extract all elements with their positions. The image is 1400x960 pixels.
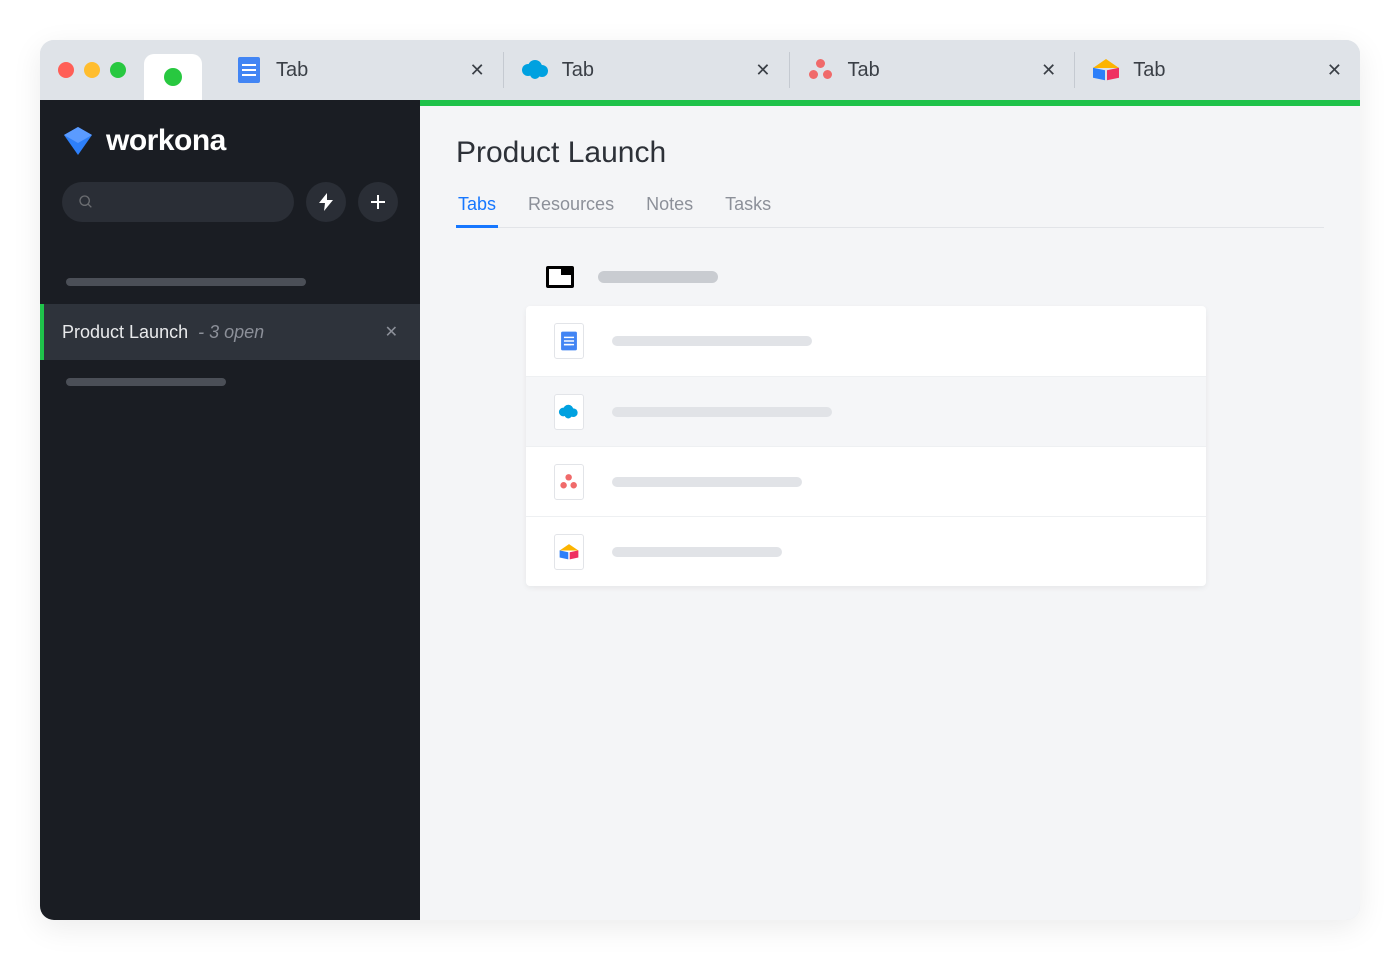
tab-tasks[interactable]: Tasks xyxy=(723,188,773,227)
brand: workona xyxy=(40,100,420,178)
add-button[interactable] xyxy=(358,182,398,222)
search-icon xyxy=(78,194,94,210)
lightning-icon xyxy=(319,193,333,211)
browser-tabs-strip: Tab ✕ Tab ✕ Tab ✕ Tab ✕ xyxy=(202,40,1360,100)
workspace-list: Product Launch - 3 open ✕ xyxy=(40,242,420,404)
browser-tab-airtable[interactable]: Tab ✕ xyxy=(1074,52,1360,88)
tab-title-placeholder xyxy=(612,336,812,346)
window-controls xyxy=(58,62,126,78)
close-icon[interactable]: ✕ xyxy=(1327,60,1342,81)
window-close-icon[interactable] xyxy=(58,62,74,78)
tab-tabs[interactable]: Tabs xyxy=(456,188,498,227)
workona-logo-icon xyxy=(62,125,94,157)
tab-resources[interactable]: Resources xyxy=(526,188,616,227)
app-body: workona Product Launch - 3 open ✕ xyxy=(40,100,1360,920)
browser-chrome-bar: Tab ✕ Tab ✕ Tab ✕ Tab ✕ xyxy=(40,40,1360,100)
workona-dot-icon xyxy=(164,68,182,86)
close-icon[interactable]: ✕ xyxy=(1041,60,1056,81)
tab-row-airtable[interactable] xyxy=(526,516,1206,586)
browser-tab-label: Tab xyxy=(1133,59,1165,82)
airtable-icon xyxy=(1093,57,1119,83)
browser-tab-docs[interactable]: Tab ✕ xyxy=(218,52,503,88)
tab-row-salesforce[interactable] xyxy=(526,376,1206,446)
salesforce-icon xyxy=(554,394,584,430)
window-minimize-icon[interactable] xyxy=(84,62,100,78)
main-panel: Product Launch Tabs Resources Notes Task… xyxy=(420,100,1360,920)
close-icon[interactable]: ✕ xyxy=(470,60,485,81)
active-browser-tab[interactable] xyxy=(144,54,202,100)
workspace-item-placeholder[interactable] xyxy=(66,278,306,286)
docs-icon xyxy=(554,323,584,359)
asana-icon xyxy=(554,464,584,500)
tab-row-asana[interactable] xyxy=(526,446,1206,516)
section-tabs: Tabs Resources Notes Tasks xyxy=(456,188,1324,228)
search-input[interactable] xyxy=(62,182,294,222)
browser-tab-label: Tab xyxy=(562,59,594,82)
window-maximize-icon[interactable] xyxy=(110,62,126,78)
group-title-placeholder xyxy=(598,271,718,283)
window-icon xyxy=(546,266,574,288)
tab-list-card xyxy=(526,306,1206,586)
salesforce-icon xyxy=(522,57,548,83)
workspace-item-product-launch[interactable]: Product Launch - 3 open ✕ xyxy=(40,304,420,360)
airtable-icon xyxy=(554,534,584,570)
docs-icon xyxy=(236,57,262,83)
workspace-title: Product Launch xyxy=(62,322,188,343)
sidebar: workona Product Launch - 3 open ✕ xyxy=(40,100,420,920)
page-title: Product Launch xyxy=(456,136,1324,170)
browser-tab-label: Tab xyxy=(276,59,308,82)
tab-title-placeholder xyxy=(612,547,782,557)
browser-tab-salesforce[interactable]: Tab ✕ xyxy=(503,52,789,88)
window-group-header[interactable] xyxy=(456,258,1324,306)
tab-title-placeholder xyxy=(612,407,832,417)
browser-window: Tab ✕ Tab ✕ Tab ✕ Tab ✕ xyxy=(40,40,1360,920)
brand-name: workona xyxy=(106,124,226,158)
browser-tab-asana[interactable]: Tab ✕ xyxy=(789,52,1075,88)
content-area xyxy=(420,228,1360,616)
close-icon[interactable]: ✕ xyxy=(385,322,398,342)
quick-action-button[interactable] xyxy=(306,182,346,222)
browser-tab-label: Tab xyxy=(848,59,880,82)
asana-icon xyxy=(808,57,834,83)
tab-notes[interactable]: Notes xyxy=(644,188,695,227)
close-icon[interactable]: ✕ xyxy=(755,60,770,81)
main-header: Product Launch Tabs Resources Notes Task… xyxy=(420,106,1360,228)
workspace-open-count: - 3 open xyxy=(198,322,264,343)
workspace-item-placeholder[interactable] xyxy=(66,378,226,386)
plus-icon xyxy=(370,194,386,210)
tab-title-placeholder xyxy=(612,477,802,487)
sidebar-controls xyxy=(40,178,420,242)
tab-row-docs[interactable] xyxy=(526,306,1206,376)
